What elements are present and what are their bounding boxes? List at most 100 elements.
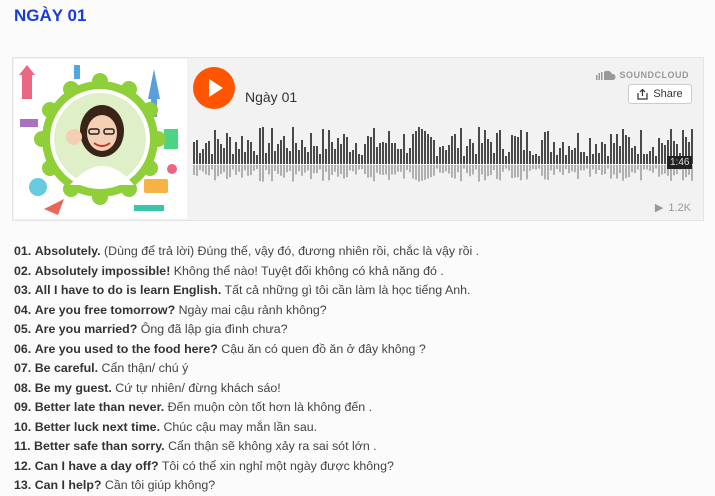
waveform-reflection — [328, 165, 330, 181]
waveform-reflection — [580, 165, 582, 171]
phrase-vietnamese: Tất cả những gì tôi cần làm là học tiếng… — [224, 283, 471, 297]
waveform-bar — [370, 137, 372, 164]
waveform-bar — [352, 150, 354, 164]
waveform-reflection — [559, 165, 561, 173]
waveform-bar — [652, 147, 654, 164]
waveform-bar — [376, 147, 378, 164]
waveform-bar — [202, 149, 204, 164]
waveform-bar — [322, 129, 324, 164]
waveform-bar — [382, 142, 384, 164]
phrase-number: 11. — [14, 439, 31, 453]
waveform-reflection — [301, 165, 303, 176]
waveform-bar — [247, 140, 249, 164]
waveform-bar — [355, 143, 357, 164]
waveform[interactable] — [193, 124, 693, 190]
waveform-reflection — [442, 165, 444, 174]
duration-badge: 1:46 — [667, 156, 693, 169]
waveform-reflection — [319, 165, 321, 170]
waveform-bar — [295, 143, 297, 164]
phrase-vietnamese: Ngày mai cậu rảnh không? — [178, 302, 327, 317]
phrase-vietnamese: Cẩn thận sẽ không xảy ra sai sót lớn . — [168, 439, 377, 453]
waveform-reflection — [502, 165, 504, 172]
waveform-reflection — [613, 165, 615, 175]
play-icon — [209, 79, 223, 97]
track-title[interactable]: Ngày 01 — [245, 89, 297, 105]
waveform-reflection — [595, 165, 597, 174]
waveform-reflection — [562, 165, 564, 175]
waveform-reflection — [541, 165, 543, 176]
waveform-reflection — [289, 165, 291, 171]
waveform-bar — [496, 133, 498, 164]
waveform-bar — [424, 131, 426, 164]
waveform-reflection — [217, 165, 219, 177]
phrase-number: 01. — [14, 244, 32, 258]
phrase-english: Be careful. — [34, 361, 99, 375]
phrase-number: 04. — [14, 302, 32, 317]
waveform-reflection — [298, 165, 300, 172]
soundcloud-logo[interactable]: SOUNDCLOUD — [595, 70, 690, 80]
phrase-item: 02. Absolutely impossible! Không thể nào… — [14, 262, 479, 282]
waveform-bar — [532, 155, 534, 164]
phrase-english: Can I have a day off? — [34, 458, 159, 473]
waveform-reflection — [331, 165, 333, 175]
waveform-bar — [520, 130, 522, 164]
waveform-reflection — [568, 165, 570, 174]
waveform-bar — [280, 140, 282, 164]
waveform-reflection — [571, 165, 573, 172]
waveform-reflection — [367, 165, 369, 178]
waveform-reflection — [262, 165, 264, 182]
waveform-bar — [529, 151, 531, 164]
waveform-reflection — [643, 165, 645, 170]
waveform-reflection — [304, 165, 306, 173]
waveform-reflection — [448, 165, 450, 174]
phrase-vietnamese: Không thể nào! Tuyệt đối không có khả nă… — [173, 263, 444, 278]
waveform-reflection — [286, 165, 288, 173]
waveform-reflection — [211, 165, 213, 170]
phrase-item: 10. Better luck next time. Chúc cậu may … — [14, 418, 479, 438]
waveform-bar — [556, 155, 558, 164]
waveform-bar — [409, 148, 411, 164]
waveform-reflection — [493, 165, 495, 170]
waveform-bar — [505, 156, 507, 164]
waveform-reflection — [556, 165, 558, 170]
waveform-reflection — [535, 165, 537, 170]
waveform-reflection — [205, 165, 207, 175]
waveform-bar — [661, 143, 663, 164]
phrase-vietnamese: Cậu ăn có quen đồ ăn ở đây không ? — [221, 341, 426, 356]
soundcloud-player: Ngày 01 SOUNDCLOUD Share 1:46 ▶ 1.2K — [12, 57, 704, 221]
waveform-bar — [373, 128, 375, 164]
waveform-reflection — [316, 165, 318, 174]
waveform-bar — [331, 142, 333, 164]
play-count: ▶ 1.2K — [655, 201, 691, 215]
waveform-bar — [307, 152, 309, 164]
waveform-reflection — [238, 165, 240, 172]
waveform-reflection — [430, 165, 432, 178]
waveform-reflection — [490, 165, 492, 175]
play-button[interactable] — [193, 67, 235, 109]
waveform-reflection — [373, 165, 375, 182]
waveform-reflection — [652, 165, 654, 173]
waveform-bar — [208, 141, 210, 164]
waveform-bar — [412, 134, 414, 164]
waveform-bar — [223, 148, 225, 164]
play-count-value: 1.2K — [668, 201, 691, 214]
waveform-bar — [601, 142, 603, 164]
waveform-reflection — [223, 165, 225, 173]
waveform-reflection — [523, 165, 525, 172]
waveform-bar — [613, 143, 615, 164]
phrase-item: 13. Can I help? Cần tôi giúp không? — [14, 476, 479, 496]
waveform-reflection — [244, 165, 246, 171]
waveform-reflection — [601, 165, 603, 175]
waveform-reflection — [313, 165, 315, 174]
waveform-reflection — [424, 165, 426, 180]
waveform-reflection — [388, 165, 390, 180]
waveform-reflection — [421, 165, 423, 181]
share-button[interactable]: Share — [628, 84, 692, 104]
waveform-bar — [442, 146, 444, 164]
waveform-reflection — [418, 165, 420, 182]
phrase-item: 07. Be careful. Cẩn thận/ chú ý — [14, 359, 479, 379]
cover-artwork[interactable] — [14, 59, 187, 219]
waveform-bar — [481, 143, 483, 164]
waveform-reflection — [586, 165, 588, 169]
waveform-reflection — [400, 165, 402, 172]
